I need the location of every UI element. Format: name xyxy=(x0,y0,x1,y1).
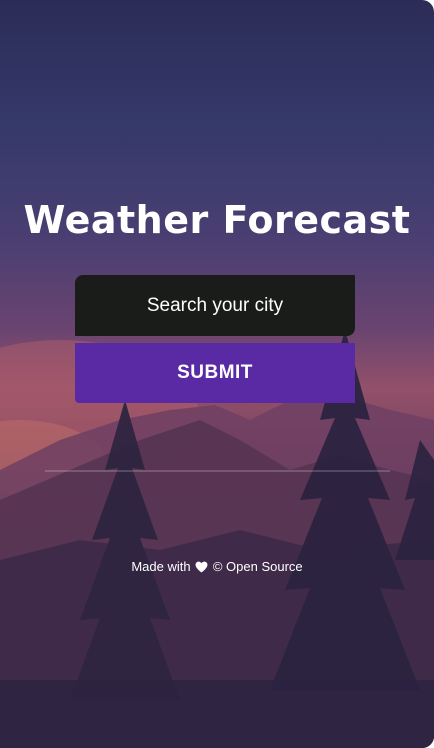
search-input[interactable] xyxy=(75,275,355,336)
footer-source: Open Source xyxy=(226,559,303,575)
footer-copyright: © xyxy=(212,559,223,575)
footer: Made with © Open Source xyxy=(0,558,434,574)
submit-button[interactable]: SUBMIT xyxy=(75,343,355,403)
footer-made-with: Made with xyxy=(131,559,191,575)
divider xyxy=(45,470,390,472)
app-card: Weather Forecast SUBMIT Made with © Open… xyxy=(0,0,434,748)
page-title: Weather Forecast xyxy=(23,198,411,242)
heart-icon xyxy=(195,561,208,572)
